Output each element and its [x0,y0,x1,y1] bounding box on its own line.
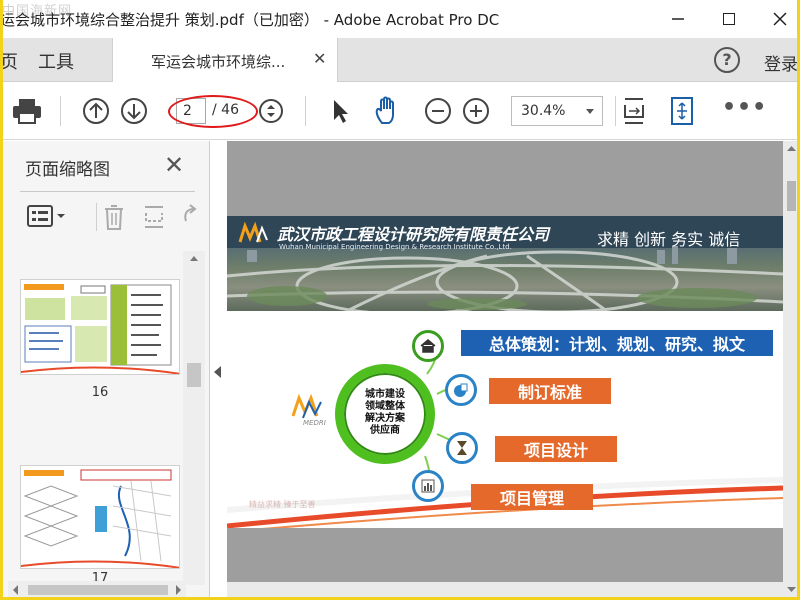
window-frame [0,0,800,600]
